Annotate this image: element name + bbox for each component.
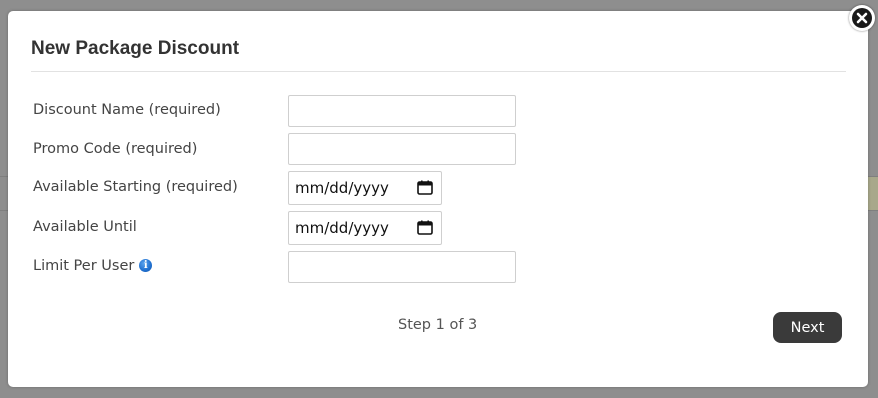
available-until-date-input[interactable]: mm/dd/yyyy [288, 211, 442, 245]
discount-name-label: Discount Name (required) [33, 102, 221, 118]
promo-code-input[interactable] [288, 133, 516, 165]
close-button[interactable] [849, 5, 875, 31]
discount-name-input[interactable] [288, 95, 516, 127]
date-placeholder: mm/dd/yyyy [295, 219, 389, 237]
promo-code-label: Promo Code (required) [33, 141, 198, 157]
step-indicator: Step 1 of 3 [398, 317, 478, 333]
close-icon [852, 8, 872, 28]
limit-per-user-label-text: Limit Per User [33, 258, 135, 274]
title-divider [31, 71, 846, 72]
dialog-title: New Package Discount [31, 38, 240, 59]
info-icon[interactable]: i [139, 259, 153, 272]
available-starting-label: Available Starting (required) [33, 179, 238, 195]
calendar-icon[interactable] [417, 220, 433, 235]
available-until-label: Available Until [33, 219, 137, 235]
date-placeholder: mm/dd/yyyy [295, 179, 389, 197]
new-package-discount-dialog: New Package Discount Discount Name (requ… [8, 11, 868, 387]
calendar-icon[interactable] [417, 180, 433, 195]
limit-per-user-input[interactable] [288, 251, 516, 283]
available-starting-date-input[interactable]: mm/dd/yyyy [288, 171, 442, 205]
limit-per-user-label: Limit Per User i [33, 258, 153, 274]
next-button[interactable]: Next [773, 312, 842, 343]
